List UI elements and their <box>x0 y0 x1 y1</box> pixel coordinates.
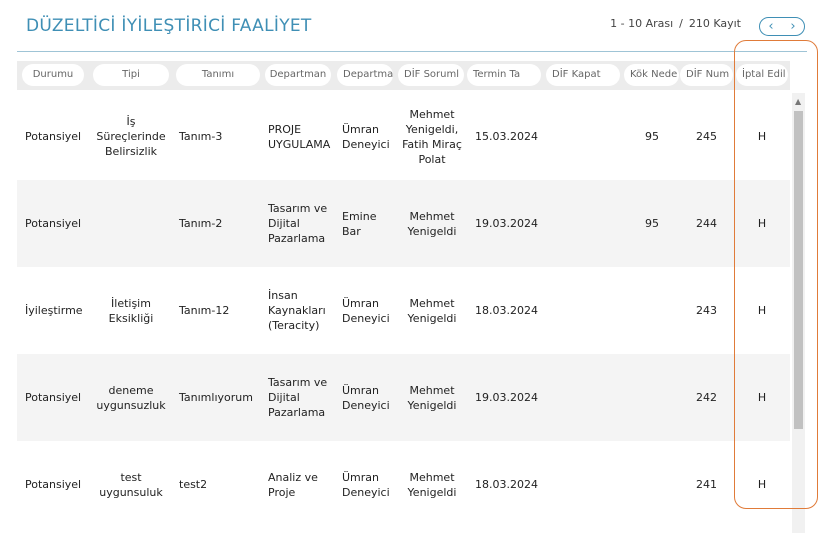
scroll-up-icon[interactable]: ▲ <box>795 97 801 106</box>
table-row[interactable]: Potansiyel deneme uygunsuzluk Tanımlıyor… <box>17 354 790 441</box>
cell-departman: İnsan Kaynakları (Teracity) <box>268 289 326 332</box>
cell-dif-num: 244 <box>696 217 717 230</box>
cell-durumu: İyileştirme <box>25 304 83 317</box>
cell-iptal: H <box>757 130 767 143</box>
cell-sorumlu: Mehmet Yenigeldi <box>407 383 457 412</box>
cell-tipi: test uygunsuluk <box>99 470 163 499</box>
cell-tipi: deneme uygunsuzluk <box>96 383 166 412</box>
cell-durumu: Potansiyel <box>25 391 82 404</box>
cell-tipi: İş Süreçlerinde Belirsizlik <box>96 115 166 158</box>
column-header-tipi[interactable]: Tipi <box>93 64 169 86</box>
column-header-dif-num[interactable]: DİF Num <box>680 64 733 86</box>
cell-termin: 18.03.2024 <box>475 304 538 317</box>
table-row[interactable]: Potansiyel İş Süreçlerinde Belirsizlik T… <box>17 93 790 180</box>
cell-termin: 18.03.2024 <box>475 478 538 491</box>
table-header: Durumu Tipi Tanımı Departman Departmaı D… <box>17 61 790 90</box>
cell-durumu: Potansiyel <box>25 478 82 491</box>
prev-page-icon[interactable]: ‹ <box>768 20 773 33</box>
cell-dif-num: 242 <box>696 391 717 404</box>
column-header-dif-kapat[interactable]: DİF Kapat <box>546 64 620 86</box>
cell-sorumlu: Mehmet Yenigeldi <box>407 470 457 499</box>
cell-termin: 19.03.2024 <box>475 217 538 230</box>
vertical-scrollbar[interactable]: ▲ <box>792 93 805 533</box>
cell-termin: 15.03.2024 <box>475 130 538 143</box>
cell-iptal: H <box>757 391 767 404</box>
cell-dif-kapat <box>552 93 622 180</box>
cell-departman: Tasarım ve Dijital Pazarlama <box>268 202 328 245</box>
column-header-iptal[interactable]: İptal Edil <box>736 64 788 86</box>
cell-tipi: İletişim Eksikliği <box>108 296 154 325</box>
cell-termin: 19.03.2024 <box>475 391 538 404</box>
cell-kok-neden <box>625 267 659 354</box>
column-header-dif-sorumlu[interactable]: DİF Soruml <box>398 64 464 86</box>
cell-iptal: H <box>757 304 767 317</box>
cell-kok-neden <box>625 354 659 441</box>
column-header-kok-neden[interactable]: Kök Nede <box>624 64 679 86</box>
cell-departman: PROJE UYGULAMA <box>268 122 331 151</box>
cell-tipi <box>95 180 167 267</box>
column-header-tanimi[interactable]: Tanımı <box>176 64 260 86</box>
cell-kok-neden: 95 <box>645 217 659 230</box>
cell-sorumlu: Mehmet Yenigeldi <box>407 209 457 238</box>
cell-dif-kapat <box>552 441 622 528</box>
cell-departman: Tasarım ve Dijital Pazarlama <box>268 376 328 419</box>
column-header-termin[interactable]: Termin Ta <box>467 64 541 86</box>
cell-dif-num: 241 <box>696 478 717 491</box>
cell-departman2: Ümran Deneyici <box>342 470 390 499</box>
cell-departman2: Ümran Deneyici <box>342 383 390 412</box>
cell-departman: Analiz ve Proje <box>268 470 318 499</box>
column-header-durumu[interactable]: Durumu <box>22 64 84 86</box>
record-count: 210 Kayıt <box>688 17 741 30</box>
cell-departman2: Emine Bar <box>342 209 377 238</box>
pagination-info: 1 - 10 Arası / 210 Kayıt <box>610 17 741 30</box>
page-title: DÜZELTİCİ İYİLEŞTİRİCİ FAALİYET <box>26 16 312 36</box>
cell-dif-kapat <box>552 354 622 441</box>
table-row[interactable]: Potansiyel test uygunsuluk test2 Analiz … <box>17 441 790 528</box>
cell-iptal: H <box>757 478 767 491</box>
cell-kok-neden <box>625 441 659 528</box>
cell-sorumlu: Mehmet Yenigeldi <box>407 296 457 325</box>
cell-tanimi: Tanım-3 <box>179 130 223 143</box>
cell-tanimi: Tanımlıyorum <box>179 391 253 404</box>
column-header-departman[interactable]: Departman <box>265 64 331 86</box>
cell-tanimi: Tanım-12 <box>179 304 230 317</box>
page-range: 1 - 10 Arası <box>610 17 674 30</box>
title-divider <box>17 51 807 52</box>
cell-durumu: Potansiyel <box>25 217 82 230</box>
cell-sorumlu: Mehmet Yenigeldi, Fatih Miraç Polat <box>402 107 462 166</box>
cell-departman2: Ümran Deneyici <box>342 296 390 325</box>
cell-dif-kapat <box>552 180 622 267</box>
table-row[interactable]: Potansiyel Tanım-2 Tasarım ve Dijital Pa… <box>17 180 790 267</box>
cell-kok-neden: 95 <box>645 130 659 143</box>
cell-tanimi: test2 <box>179 478 208 491</box>
column-header-departman2[interactable]: Departmaı <box>337 64 393 86</box>
cell-durumu: Potansiyel <box>25 130 82 143</box>
next-page-icon[interactable]: › <box>790 20 795 33</box>
cell-dif-kapat <box>552 267 622 354</box>
cell-tanimi: Tanım-2 <box>179 217 223 230</box>
cell-dif-num: 245 <box>696 130 717 143</box>
cell-iptal: H <box>757 217 767 230</box>
scrollbar-thumb[interactable] <box>794 111 803 429</box>
pager-separator: / <box>679 17 683 30</box>
cell-departman2: Ümran Deneyici <box>342 122 390 151</box>
cell-dif-num: 243 <box>696 304 717 317</box>
table-row[interactable]: İyileştirme İletişim Eksikliği Tanım-12 … <box>17 267 790 354</box>
pager-nav: ‹ › <box>759 17 805 36</box>
